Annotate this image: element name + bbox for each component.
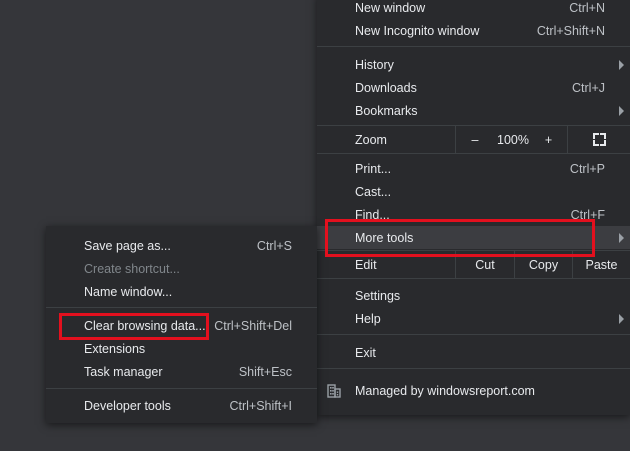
menu-item-shortcut: Ctrl+N bbox=[569, 0, 605, 15]
menu-separator bbox=[46, 388, 317, 389]
menu-separator bbox=[317, 278, 630, 279]
zoom-level: 100% bbox=[494, 126, 532, 153]
menu-separator bbox=[317, 334, 630, 335]
menu-item-label: Exit bbox=[355, 345, 376, 360]
submenu-item-extensions[interactable]: Extensions bbox=[46, 337, 317, 360]
submenu-item-create-shortcut: Create shortcut... bbox=[46, 257, 317, 280]
more-tools-submenu: Save page as... Ctrl+S Create shortcut..… bbox=[46, 226, 317, 423]
paste-button[interactable]: Paste bbox=[572, 251, 630, 278]
cut-button[interactable]: Cut bbox=[455, 251, 514, 278]
menu-item-label: Settings bbox=[355, 288, 401, 303]
menu-item-bookmarks[interactable]: Bookmarks bbox=[317, 99, 630, 122]
menu-separator bbox=[317, 368, 630, 369]
menu-item-cast[interactable]: Cast... bbox=[317, 180, 630, 203]
zoom-in-button[interactable]: + bbox=[532, 126, 565, 153]
menu-item-new-incognito-window[interactable]: New Incognito window Ctrl+Shift+N bbox=[317, 19, 630, 42]
menu-item-history[interactable]: History bbox=[317, 53, 630, 76]
managed-by-notice[interactable]: Managed by windowsreport.com bbox=[317, 379, 630, 402]
menu-item-downloads[interactable]: Downloads Ctrl+J bbox=[317, 76, 630, 99]
menu-item-shortcut: Ctrl+Shift+Del bbox=[214, 318, 292, 333]
menu-item-label: Name window... bbox=[84, 284, 173, 299]
submenu-item-developer-tools[interactable]: Developer tools Ctrl+Shift+I bbox=[46, 394, 317, 417]
menu-item-shortcut: Ctrl+J bbox=[572, 80, 605, 95]
menu-item-shortcut: Ctrl+P bbox=[569, 161, 605, 176]
menu-item-print[interactable]: Print... Ctrl+P bbox=[317, 157, 630, 180]
building-icon bbox=[327, 383, 341, 398]
menu-item-label: Find... bbox=[355, 207, 390, 222]
menu-item-label: Developer tools bbox=[84, 398, 171, 413]
menu-item-shortcut: Ctrl+Shift+I bbox=[229, 398, 292, 413]
submenu-item-name-window[interactable]: Name window... bbox=[46, 280, 317, 303]
menu-item-label: New Incognito window bbox=[355, 23, 480, 38]
menu-item-new-window[interactable]: New window Ctrl+N bbox=[317, 0, 630, 19]
submenu-arrow-icon bbox=[619, 105, 624, 116]
menu-item-label: Create shortcut... bbox=[84, 261, 180, 276]
submenu-arrow-icon bbox=[619, 232, 624, 243]
menu-item-label: History bbox=[355, 57, 394, 72]
menu-item-shortcut: Ctrl+Shift+N bbox=[536, 23, 605, 38]
menu-item-label: Extensions bbox=[84, 341, 146, 356]
menu-item-label: Bookmarks bbox=[355, 103, 418, 118]
menu-item-label: Downloads bbox=[355, 80, 417, 95]
menu-item-label: Save page as... bbox=[84, 238, 171, 253]
menu-item-label: Help bbox=[355, 311, 381, 326]
menu-item-edit: Edit Cut Copy Paste bbox=[317, 251, 630, 278]
copy-label: Copy bbox=[528, 257, 559, 272]
zoom-out-label: – bbox=[471, 132, 479, 147]
menu-item-label: Print... bbox=[355, 161, 392, 176]
fullscreen-button[interactable] bbox=[567, 126, 630, 153]
menu-item-label: More tools bbox=[355, 230, 414, 245]
menu-item-find[interactable]: Find... Ctrl+F bbox=[317, 203, 630, 226]
menu-item-shortcut: Ctrl+F bbox=[570, 207, 605, 222]
paste-label: Paste bbox=[585, 257, 618, 272]
menu-item-help[interactable]: Help bbox=[317, 307, 630, 330]
menu-item-label: Clear browsing data... bbox=[84, 318, 206, 333]
fullscreen-icon bbox=[592, 133, 606, 146]
menu-item-exit[interactable]: Exit bbox=[317, 341, 630, 364]
zoom-out-button[interactable]: – bbox=[455, 126, 494, 153]
menu-item-zoom: Zoom – 100% + bbox=[317, 126, 630, 153]
submenu-item-save-page[interactable]: Save page as... Ctrl+S bbox=[46, 234, 317, 257]
menu-item-label: Managed by windowsreport.com bbox=[355, 383, 535, 398]
menu-item-label: Cast... bbox=[355, 184, 392, 199]
submenu-arrow-icon bbox=[619, 313, 624, 324]
copy-button[interactable]: Copy bbox=[514, 251, 572, 278]
chrome-main-menu: New window Ctrl+N New Incognito window C… bbox=[317, 0, 630, 415]
menu-item-more-tools[interactable]: More tools bbox=[317, 226, 630, 249]
menu-separator bbox=[46, 307, 317, 308]
cut-label: Cut bbox=[475, 257, 495, 272]
submenu-item-task-manager[interactable]: Task manager Shift+Esc bbox=[46, 360, 317, 383]
zoom-in-label: + bbox=[544, 132, 553, 147]
zoom-level-value: 100% bbox=[497, 132, 529, 147]
submenu-item-clear-browsing-data[interactable]: Clear browsing data... Ctrl+Shift+Del bbox=[46, 314, 317, 337]
menu-item-settings[interactable]: Settings bbox=[317, 284, 630, 307]
submenu-arrow-icon bbox=[619, 59, 624, 70]
menu-item-shortcut: Ctrl+S bbox=[256, 238, 292, 253]
menu-item-shortcut: Shift+Esc bbox=[238, 364, 292, 379]
menu-item-label: New window bbox=[355, 0, 426, 15]
menu-item-label: Task manager bbox=[84, 364, 163, 379]
menu-separator bbox=[317, 153, 630, 154]
menu-separator bbox=[317, 46, 630, 47]
